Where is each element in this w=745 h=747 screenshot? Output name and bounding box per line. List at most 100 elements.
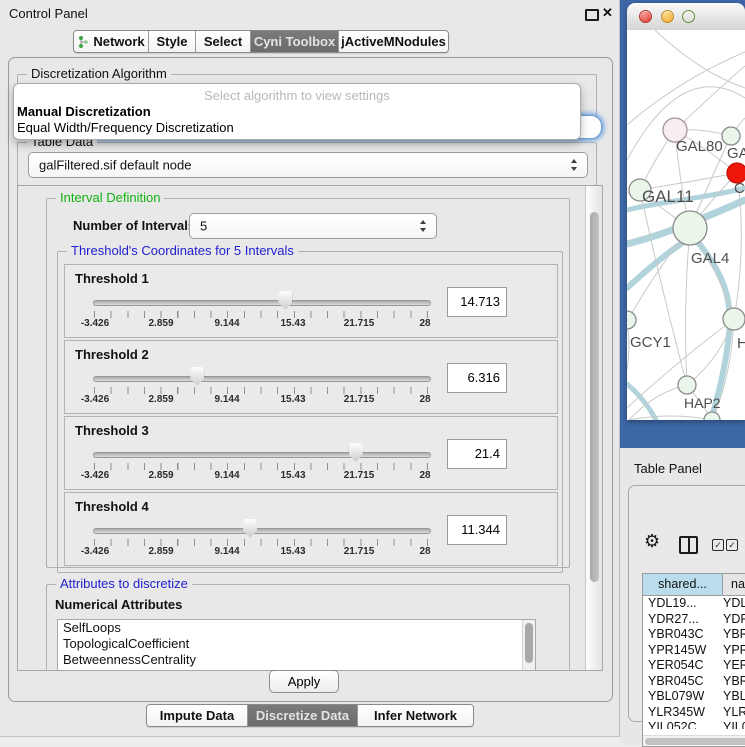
threshold-3-value-field[interactable]: 21.4 <box>447 439 507 469</box>
label-cut-top: GA <box>727 145 745 162</box>
threshold-4-label: Threshold 4 <box>75 499 149 514</box>
threshold-4-value-field[interactable]: 11.344 <box>447 515 507 545</box>
table-horizontal-scrollbar-thumb[interactable] <box>645 738 745 745</box>
node-bottom-cut[interactable] <box>704 412 720 420</box>
apply-button[interactable]: Apply <box>269 670 339 693</box>
table-cell[interactable]: YDL1 <box>723 596 745 612</box>
tick-label: 9.144 <box>207 318 247 329</box>
popup-option-manual-discretization[interactable]: Manual Discretization <box>17 104 151 119</box>
table-cell[interactable]: YPR1 <box>723 643 745 659</box>
threshold-1-tick-labels: -3.4262.8599.14415.4321.71528 <box>65 318 557 331</box>
tick-label: 9.144 <box>207 470 247 481</box>
table-row[interactable]: YPR145WYPR1 <box>643 643 745 659</box>
number-of-intervals-combo[interactable]: 5 <box>189 213 437 239</box>
discretization-algorithm-title: Discretization Algorithm <box>27 66 171 81</box>
threshold-3-slider-track[interactable] <box>93 452 431 458</box>
threshold-3-slider-thumb[interactable] <box>349 443 363 462</box>
list-item[interactable]: SelfLoops <box>58 620 535 636</box>
tab-impute-data[interactable]: Impute Data <box>147 705 248 726</box>
threshold-1-value-field[interactable]: 14.713 <box>447 287 507 317</box>
column-header-shared-name[interactable]: shared... <box>643 574 723 595</box>
table-data-combo[interactable]: galFiltered.sif default node <box>28 152 588 178</box>
network-window: GAL80 GA GAL11 C GAL4 GCY1 H HAP2 <box>627 3 745 420</box>
column-browser-icon[interactable] <box>679 536 698 554</box>
node-cut-right-low[interactable] <box>723 308 745 330</box>
tab-network[interactable]: Network <box>74 31 149 52</box>
table-row[interactable]: YDL19...YDL1 <box>643 596 745 612</box>
node-attribute-table: shared... na YDL19...YDL1YDR27...YDR2YBR… <box>642 573 745 747</box>
float-window-icon[interactable] <box>585 9 599 21</box>
threshold-2-slider-thumb[interactable] <box>190 367 204 386</box>
tab-select[interactable]: Select <box>196 31 251 52</box>
tick-label: 21.715 <box>339 470 379 481</box>
thresholds-group: Threshold's Coordinates for 5 Intervals … <box>57 251 563 573</box>
table-cell[interactable]: YIL052C <box>643 720 723 729</box>
table-row[interactable]: YBR045CYBR0 <box>643 674 745 690</box>
table-cell[interactable]: YPR145W <box>643 643 723 659</box>
table-row[interactable]: YDR27...YDR2 <box>643 612 745 628</box>
thresholds-title: Threshold's Coordinates for 5 Intervals <box>67 243 298 258</box>
threshold-1-label: Threshold 1 <box>75 271 149 286</box>
tab-style[interactable]: Style <box>149 31 196 52</box>
table-cell[interactable]: YDR27... <box>643 612 723 628</box>
tick-label: 2.859 <box>141 546 181 557</box>
node-gcy1[interactable] <box>627 311 636 329</box>
node-gal4[interactable] <box>673 211 707 245</box>
threshold-4-slider-thumb[interactable] <box>243 519 257 538</box>
table-cell[interactable]: YIL0 <box>723 720 745 729</box>
checkbox-icon[interactable]: ✓ <box>726 539 738 551</box>
checkbox-icon[interactable]: ✓ <box>712 539 724 551</box>
threshold-2-slider-track[interactable] <box>93 376 431 382</box>
tick-label: 21.715 <box>339 318 379 329</box>
tab-infer-network[interactable]: Infer Network <box>358 705 473 726</box>
label-hap2: HAP2 <box>684 395 721 411</box>
tick-label: 21.715 <box>339 394 379 405</box>
table-cell[interactable]: YER0 <box>723 658 745 674</box>
zoom-traffic-light[interactable] <box>682 10 695 23</box>
tab-cyni-toolbox[interactable]: Cyni Toolbox <box>251 31 339 52</box>
tab-jactivemnodules[interactable]: jActiveMNodules <box>339 31 448 52</box>
table-row[interactable]: YER054CYER0 <box>643 658 745 674</box>
threshold-2-value-field[interactable]: 6.316 <box>447 363 507 393</box>
table-cell[interactable]: YBL0 <box>723 689 745 705</box>
table-cell[interactable]: YLR3 <box>723 705 745 721</box>
algorithm-popup-hint: Select algorithm to view settings <box>14 88 580 103</box>
threshold-4-slider-track[interactable] <box>93 528 431 534</box>
table-cell[interactable]: YBR043C <box>643 627 723 643</box>
threshold-1-slider-thumb[interactable] <box>278 291 292 310</box>
list-item[interactable]: BetweennessCentrality <box>58 652 535 668</box>
column-header-name[interactable]: na <box>723 574 745 595</box>
popup-option-equal-width-frequency[interactable]: Equal Width/Frequency Discretization <box>17 120 234 135</box>
table-cell[interactable]: YBL079W <box>643 689 723 705</box>
close-traffic-light[interactable] <box>639 10 652 23</box>
close-icon[interactable]: ✕ <box>602 5 613 21</box>
combo-stepper-icon <box>420 220 427 232</box>
threshold-1-slider-track[interactable] <box>93 300 431 306</box>
minimize-traffic-light[interactable] <box>661 10 674 23</box>
node-hap2[interactable] <box>678 376 696 394</box>
table-row[interactable]: YBR043CYBR0 <box>643 627 745 643</box>
network-canvas[interactable]: GAL80 GA GAL11 C GAL4 GCY1 H HAP2 <box>627 30 745 420</box>
table-row[interactable]: YLR345WYLR3 <box>643 705 745 721</box>
table-row[interactable]: YBL079WYBL0 <box>643 689 745 705</box>
viewport-scrollbar-thumb[interactable] <box>590 212 599 582</box>
tab-discretize-data[interactable]: Discretize Data <box>248 705 358 726</box>
node-cut-right-top[interactable] <box>722 127 740 145</box>
table-cell[interactable]: YBR0 <box>723 627 745 643</box>
table-cell[interactable]: YBR045C <box>643 674 723 690</box>
attributes-scrollbar-thumb[interactable] <box>525 623 533 663</box>
table-cell[interactable]: YDL19... <box>643 596 723 612</box>
threshold-3-label: Threshold 3 <box>75 423 149 438</box>
threshold-4-tick-labels: -3.4262.8599.14415.4321.71528 <box>65 546 557 559</box>
tick-label: -3.426 <box>75 318 115 329</box>
gear-icon[interactable]: ⚙ <box>644 532 660 550</box>
list-item[interactable]: TopologicalCoefficient <box>58 636 535 652</box>
tick-label: 2.859 <box>141 394 181 405</box>
table-row[interactable]: YIL052CYIL0 <box>643 720 745 729</box>
algorithm-dropdown-popup: Select algorithm to view settings Manual… <box>13 83 581 140</box>
attributes-scrollbar-track <box>522 620 535 671</box>
table-cell[interactable]: YBR0 <box>723 674 745 690</box>
table-cell[interactable]: YDR2 <box>723 612 745 628</box>
table-cell[interactable]: YER054C <box>643 658 723 674</box>
table-cell[interactable]: YLR345W <box>643 705 723 721</box>
